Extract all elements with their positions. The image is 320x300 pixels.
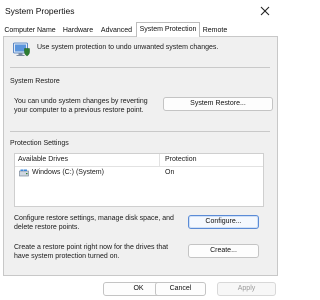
apply-button[interactable]: Apply	[217, 282, 276, 296]
system-restore-button[interactable]: System Restore...	[163, 97, 273, 111]
intro-text: Use system protection to undo unwanted s…	[37, 44, 219, 51]
divider	[10, 131, 270, 132]
configure-description: Configure restore settings, manage disk …	[14, 215, 174, 231]
divider	[10, 67, 270, 68]
system-restore-heading: System Restore	[10, 78, 60, 85]
drive-protection-status: On	[165, 169, 175, 176]
drives-list-header: Available Drives Protection	[15, 154, 263, 167]
cancel-button[interactable]: Cancel	[155, 282, 206, 296]
create-button[interactable]: Create...	[188, 244, 259, 258]
column-header-protection[interactable]: Protection	[165, 156, 197, 163]
window-title: System Properties	[5, 6, 75, 16]
configure-button[interactable]: Configure...	[188, 215, 259, 229]
column-header-drives[interactable]: Available Drives	[18, 156, 68, 163]
system-protection-icon	[13, 42, 30, 57]
drive-name: Windows (C:) (System)	[32, 169, 104, 176]
tab-strip: Computer Name Hardware Advanced System P…	[0, 22, 281, 37]
tab-system-protection[interactable]: System Protection	[136, 22, 200, 37]
system-restore-description: You can undo system changes by reverting…	[14, 98, 148, 114]
protection-settings-heading: Protection Settings	[10, 140, 69, 147]
close-button[interactable]	[257, 3, 273, 19]
create-description: Create a restore point right now for the…	[14, 244, 169, 260]
close-icon	[260, 6, 270, 16]
drive-icon	[19, 169, 29, 177]
drives-list[interactable]: Available Drives Protection Windows (C:)…	[14, 153, 264, 207]
title-bar: System Properties	[0, 0, 281, 22]
tab-panel: Use system protection to undo unwanted s…	[3, 36, 278, 276]
table-row[interactable]: Windows (C:) (System) On	[15, 167, 263, 179]
column-divider[interactable]	[159, 154, 160, 166]
